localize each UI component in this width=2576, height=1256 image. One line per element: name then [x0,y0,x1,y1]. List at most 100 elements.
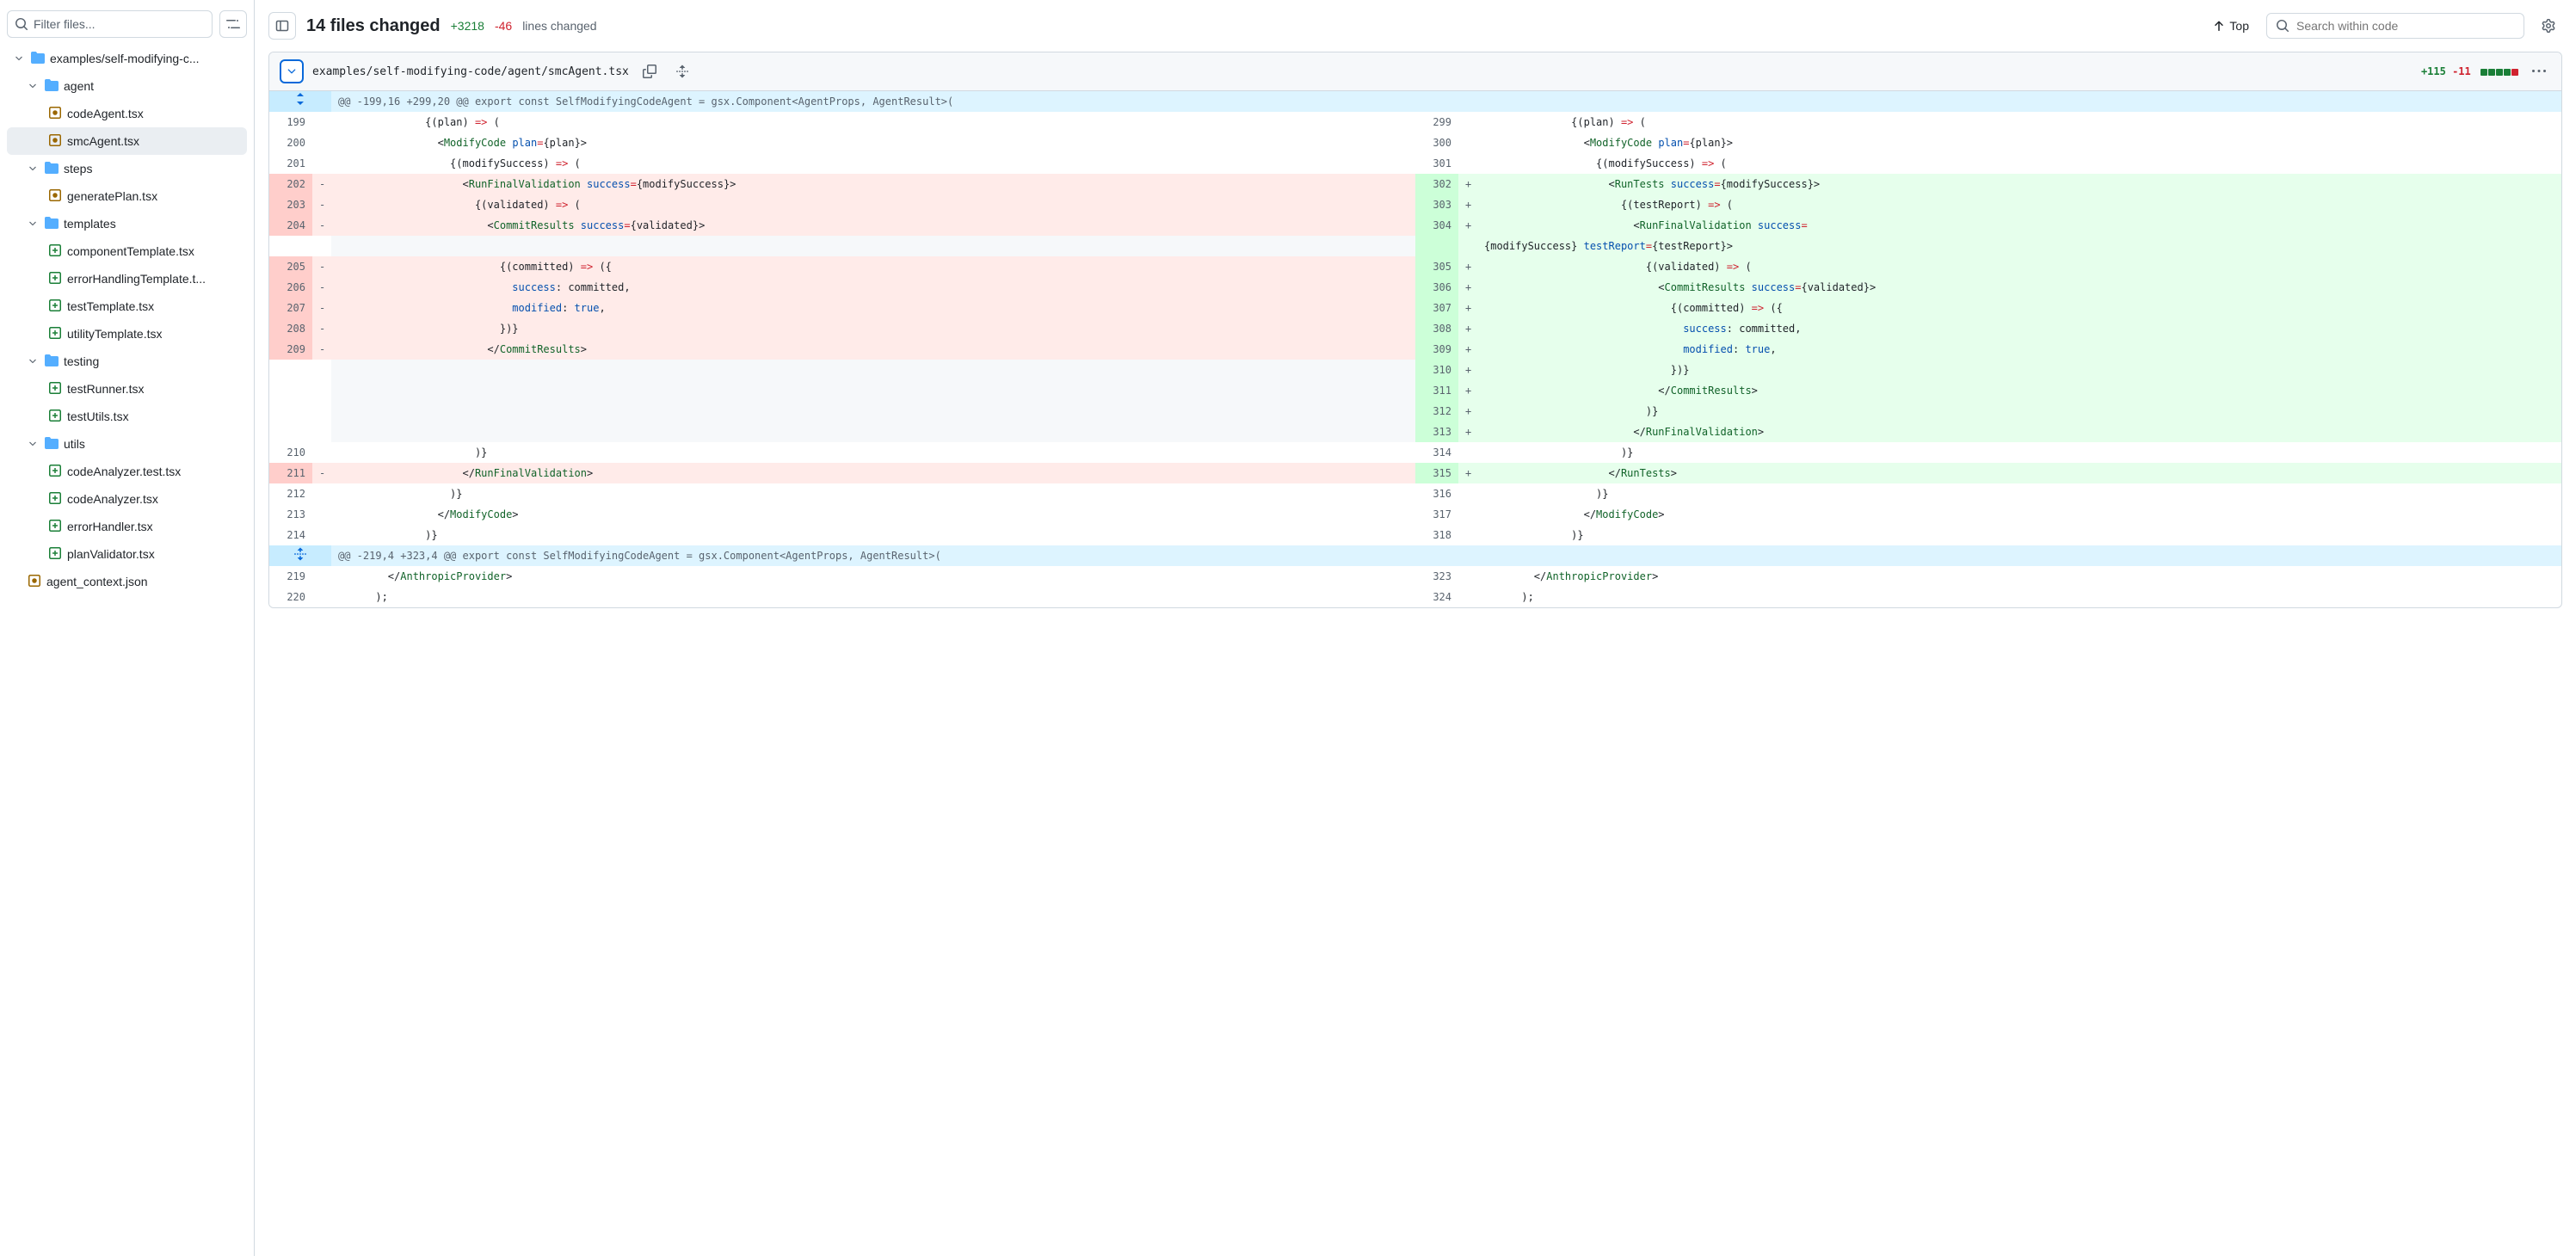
code-line[interactable]: </ModifyCode> [1477,504,2561,525]
code-line[interactable]: ); [1477,587,2561,607]
code-line[interactable]: </CommitResults> [331,339,1415,360]
code-line[interactable]: </RunFinalValidation> [1477,422,2561,442]
code-line[interactable]: )} [1477,525,2561,545]
line-number[interactable]: 209 [269,339,312,360]
tree-folder[interactable]: examples/self-modifying-c... [7,45,247,72]
code-line[interactable]: {(committed) => ({ [1477,298,2561,318]
line-number[interactable]: 315 [1415,463,1458,483]
line-number[interactable]: 317 [1415,504,1458,525]
code-line[interactable]: ); [331,587,1415,607]
code-line[interactable]: {modifySuccess} testReport={testReport}> [1477,236,2561,256]
file-path[interactable]: examples/self-modifying-code/agent/smcAg… [312,65,629,78]
line-number[interactable]: 204 [269,215,312,236]
line-number[interactable]: 303 [1415,194,1458,215]
line-number[interactable]: 200 [269,132,312,153]
line-number[interactable]: 208 [269,318,312,339]
tree-file[interactable]: testRunner.tsx [7,375,247,403]
code-line[interactable]: )} [331,442,1415,463]
code-line[interactable]: </RunFinalValidation> [331,463,1415,483]
code-line[interactable]: success: committed, [1477,318,2561,339]
code-line[interactable]: {(modifySuccess) => ( [1477,153,2561,174]
tree-file[interactable]: agent_context.json [7,568,247,595]
tree-file[interactable]: testUtils.tsx [7,403,247,430]
tree-file[interactable]: generatePlan.tsx [7,182,247,210]
code-line[interactable]: <CommitResults success={validated}> [331,215,1415,236]
line-number[interactable]: 324 [1415,587,1458,607]
line-number[interactable]: 304 [1415,215,1458,236]
code-line[interactable]: )} [1477,483,2561,504]
line-number[interactable]: 213 [269,504,312,525]
line-number[interactable]: 299 [1415,112,1458,132]
line-number[interactable]: 323 [1415,566,1458,587]
code-line[interactable]: {(plan) => ( [331,112,1415,132]
line-number[interactable]: 207 [269,298,312,318]
line-number[interactable]: 307 [1415,298,1458,318]
line-number[interactable]: 199 [269,112,312,132]
line-number[interactable]: 306 [1415,277,1458,298]
line-number[interactable]: 214 [269,525,312,545]
code-line[interactable]: {(testReport) => ( [1477,194,2561,215]
tree-file[interactable]: errorHandler.tsx [7,513,247,540]
line-number[interactable]: 313 [1415,422,1458,442]
line-number[interactable]: 316 [1415,483,1458,504]
code-line[interactable]: )} [331,525,1415,545]
line-number[interactable]: 314 [1415,442,1458,463]
code-line[interactable]: })} [331,318,1415,339]
line-number[interactable]: 212 [269,483,312,504]
tree-folder[interactable]: templates [7,210,247,237]
tree-file[interactable]: codeAnalyzer.test.tsx [7,458,247,485]
tree-folder[interactable]: agent [7,72,247,100]
code-line[interactable]: success: committed, [331,277,1415,298]
line-number[interactable]: 210 [269,442,312,463]
code-line[interactable]: </RunTests> [1477,463,2561,483]
line-number[interactable]: 310 [1415,360,1458,380]
line-number[interactable]: 220 [269,587,312,607]
line-number[interactable]: 301 [1415,153,1458,174]
code-line[interactable]: <RunTests success={modifySuccess}> [1477,174,2561,194]
search-code-input[interactable] [2296,19,2515,33]
code-line[interactable]: <ModifyCode plan={plan}> [331,132,1415,153]
scroll-to-top-button[interactable]: Top [2205,15,2256,36]
line-number[interactable]: 311 [1415,380,1458,401]
line-number[interactable] [1415,236,1458,256]
tree-file[interactable]: codeAnalyzer.tsx [7,485,247,513]
expand-hunk-button[interactable] [276,547,324,561]
code-line[interactable]: {(modifySuccess) => ( [331,153,1415,174]
code-line[interactable]: </ModifyCode> [331,504,1415,525]
file-menu-button[interactable] [2527,59,2551,83]
code-line[interactable]: )} [1477,442,2561,463]
code-line[interactable]: </AnthropicProvider> [331,566,1415,587]
tree-file[interactable]: utilityTemplate.tsx [7,320,247,348]
expand-all-button[interactable] [670,59,694,83]
line-number[interactable]: 203 [269,194,312,215]
filter-files-input-wrap[interactable] [7,10,213,38]
code-line[interactable]: {(validated) => ( [331,194,1415,215]
line-number[interactable]: 312 [1415,401,1458,422]
tree-file[interactable]: errorHandlingTemplate.t... [7,265,247,292]
code-line[interactable]: <CommitResults success={validated}> [1477,277,2561,298]
tree-file[interactable]: smcAgent.tsx [7,127,247,155]
code-line[interactable]: })} [1477,360,2561,380]
tree-folder[interactable]: utils [7,430,247,458]
line-number[interactable]: 211 [269,463,312,483]
code-line[interactable]: <RunFinalValidation success={modifySucce… [331,174,1415,194]
line-number[interactable]: 219 [269,566,312,587]
filter-files-input[interactable] [34,17,205,31]
line-number[interactable]: 308 [1415,318,1458,339]
line-number[interactable]: 201 [269,153,312,174]
code-line[interactable]: </CommitResults> [1477,380,2561,401]
line-number[interactable]: 305 [1415,256,1458,277]
tree-folder[interactable]: testing [7,348,247,375]
line-number[interactable]: 318 [1415,525,1458,545]
search-code-wrap[interactable] [2266,13,2524,39]
diff-settings-button[interactable] [2535,12,2562,40]
copy-path-button[interactable] [638,59,662,83]
collapse-file-button[interactable] [280,59,304,83]
line-number[interactable]: 309 [1415,339,1458,360]
tree-file[interactable]: codeAgent.tsx [7,100,247,127]
line-number[interactable]: 202 [269,174,312,194]
tree-settings-button[interactable] [219,10,247,38]
code-line[interactable]: modified: true, [1477,339,2561,360]
code-line[interactable]: {(validated) => ( [1477,256,2561,277]
tree-file[interactable]: componentTemplate.tsx [7,237,247,265]
